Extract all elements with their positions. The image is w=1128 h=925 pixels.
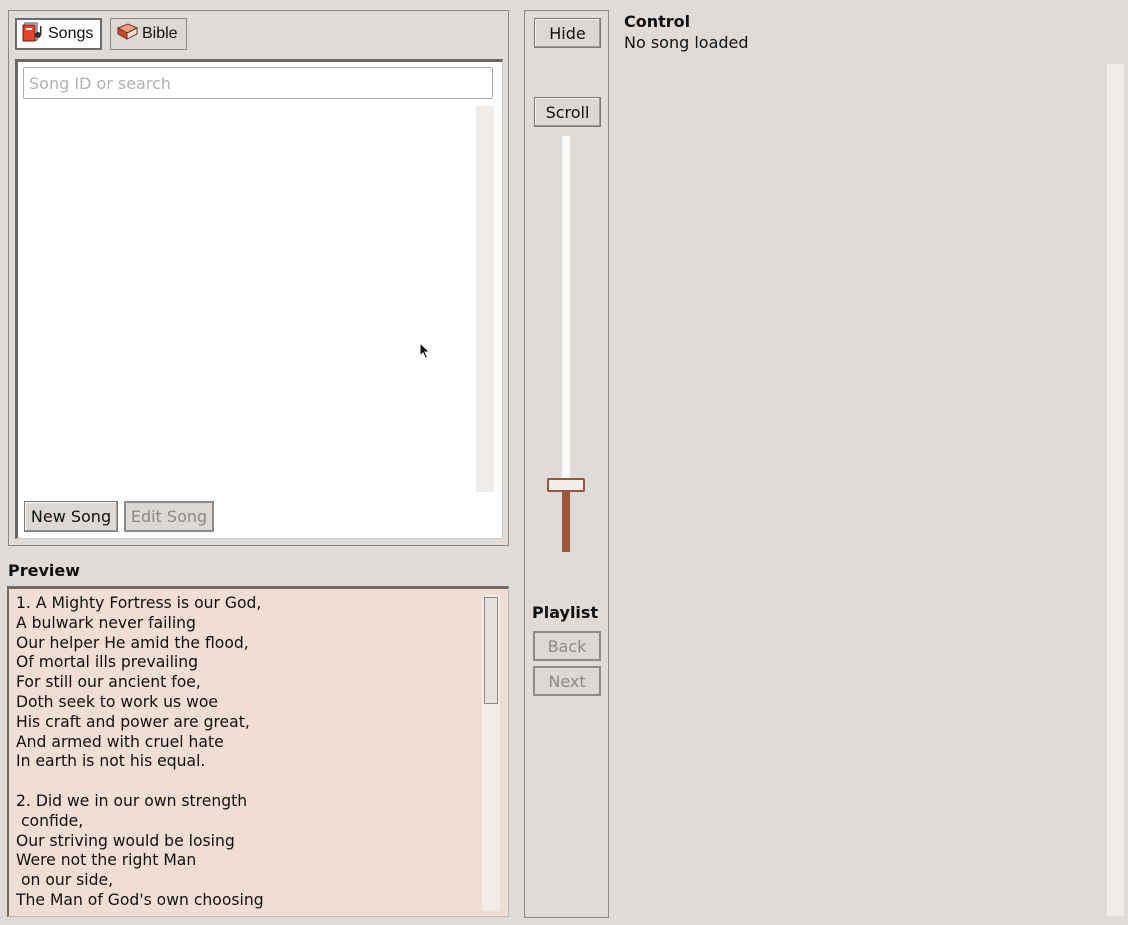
preview-lyrics: 1. A Mighty Fortress is our God, A bulwa… [16,594,264,909]
tab-bible[interactable]: Bible [110,18,187,50]
control-status-text: No song loaded [624,33,749,52]
tab-songs[interactable]: Songs [15,18,102,50]
scroll-slider-fill [562,492,570,552]
display-control-panel: Hide Scroll Playlist Back Next [524,10,609,918]
edit-song-button[interactable]: Edit Song [124,501,214,532]
songs-list-scrollbar[interactable] [476,106,494,492]
book-icon [116,22,139,47]
songs-list[interactable] [23,106,475,492]
tab-songs-label: Songs [48,25,94,42]
scroll-button[interactable]: Scroll [534,97,601,127]
song-library-panel: Songs Bible New Song Edit Song [8,10,509,546]
songs-tab-content: New Song Edit Song [15,59,503,539]
mouse-pointer-icon [419,341,431,360]
playlist-heading: Playlist [532,603,599,622]
songbook-icon [22,22,44,47]
song-search-input[interactable] [23,67,493,99]
hide-button[interactable]: Hide [534,18,601,48]
control-heading: Control [624,12,691,31]
playlist-next-button[interactable]: Next [533,666,601,696]
playlist-back-button[interactable]: Back [533,631,601,661]
new-song-button[interactable]: New Song [24,501,118,532]
scroll-slider-handle[interactable] [547,478,585,492]
tab-bible-label: Bible [142,25,178,42]
preview-heading: Preview [8,561,81,580]
preview-scrollbar-thumb[interactable] [484,597,498,704]
preview-text-area[interactable]: 1. A Mighty Fortress is our God, A bulwa… [7,586,509,917]
control-scrollbar[interactable] [1107,64,1124,916]
preview-scrollbar[interactable] [482,595,500,911]
